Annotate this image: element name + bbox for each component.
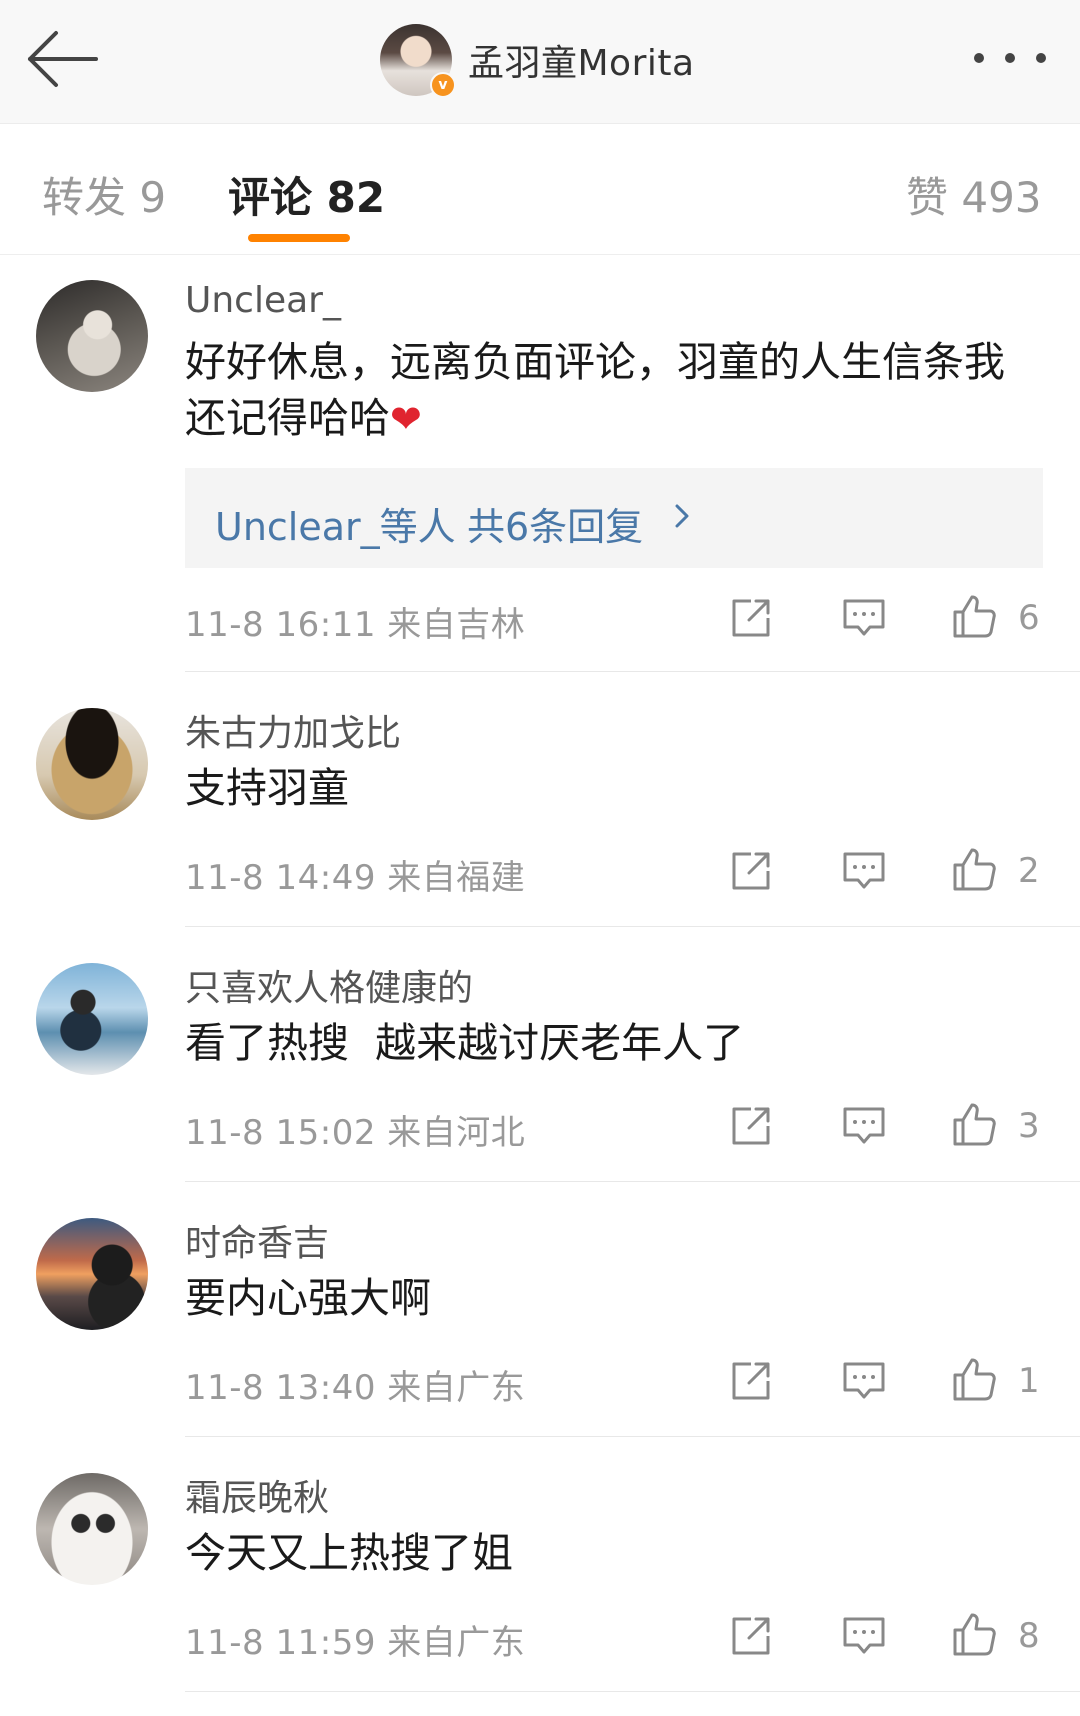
share-button[interactable] — [727, 1102, 775, 1150]
like-button[interactable] — [950, 845, 998, 893]
comment-text: 支持羽童 — [185, 764, 349, 812]
share-icon — [732, 1107, 770, 1145]
top-bar: v 孟羽童Morita — [0, 0, 1080, 124]
more-dots-icon — [974, 53, 984, 63]
comment-icon — [843, 599, 885, 636]
profile-title[interactable]: v 孟羽童Morita — [380, 22, 695, 98]
share-icon — [732, 1362, 770, 1400]
heart-emoji: ❤ — [390, 397, 422, 441]
reply-users: Unclear_等人 — [215, 505, 456, 549]
like-button[interactable] — [950, 1610, 998, 1658]
more-dots-icon — [1005, 53, 1015, 63]
comment-icon — [843, 1617, 885, 1654]
thumbs-up-icon — [953, 1613, 996, 1656]
tab-like[interactable]: 赞 493 — [906, 164, 1042, 225]
share-icon — [732, 1617, 770, 1655]
tab-comment[interactable]: 评论 82 — [228, 164, 385, 225]
comment-time: 11-8 14:49 — [185, 858, 376, 898]
reply-button[interactable] — [840, 847, 888, 895]
divider — [185, 1691, 1080, 1692]
divider — [185, 1181, 1080, 1182]
reply-button[interactable] — [840, 1357, 888, 1405]
share-button[interactable] — [727, 1612, 775, 1660]
active-tab-indicator — [248, 234, 350, 242]
reply-button[interactable] — [840, 594, 888, 642]
share-button[interactable] — [727, 847, 775, 895]
comment-username[interactable]: 霜辰晚秋 — [185, 1469, 329, 1521]
avatar[interactable] — [36, 963, 148, 1075]
like-count: 3 — [1018, 1106, 1040, 1146]
comment-icon — [843, 1362, 885, 1399]
like-button[interactable] — [950, 1355, 998, 1403]
reply-button[interactable] — [840, 1102, 888, 1150]
divider — [185, 926, 1080, 927]
avatar[interactable] — [36, 708, 148, 820]
comment-time: 11-8 16:11 — [185, 605, 376, 645]
like-count: 8 — [1018, 1616, 1040, 1656]
share-button[interactable] — [727, 594, 775, 642]
more-dots-icon — [1036, 53, 1046, 63]
comment-meta: 11-8 14:49 来自福建 — [185, 850, 525, 899]
share-icon — [732, 599, 770, 637]
tab-bar: 转发 9 评论 82 赞 493 — [0, 124, 1080, 255]
like-button[interactable] — [950, 1100, 998, 1148]
comment-meta: 11-8 11:59 来自广东 — [185, 1615, 525, 1664]
like-count: 1 — [1018, 1361, 1040, 1401]
share-button[interactable] — [727, 1357, 775, 1405]
comment-icon — [843, 852, 885, 889]
comment-location: 来自福建 — [387, 858, 526, 898]
comment-location: 来自吉林 — [387, 605, 526, 645]
comment-username[interactable]: 时命香吉 — [185, 1214, 329, 1266]
chevron-right-icon — [675, 504, 689, 528]
page-title: 孟羽童Morita — [468, 43, 695, 84]
comment-text: 今天又上热搜了姐 — [185, 1529, 513, 1577]
like-button[interactable] — [950, 592, 998, 640]
comment-time: 11-8 15:02 — [185, 1113, 376, 1153]
comment-location: 来自广东 — [387, 1623, 526, 1663]
tab-repost[interactable]: 转发 9 — [42, 164, 166, 225]
comment-text: 看了热搜 越来越讨厌老年人了 — [185, 1019, 745, 1067]
avatar[interactable] — [36, 1473, 148, 1585]
more-button[interactable] — [974, 48, 1054, 68]
avatar[interactable] — [36, 1218, 148, 1330]
comment-location: 来自河北 — [387, 1113, 526, 1153]
reply-summary[interactable]: Unclear_等人 共6条回复 — [185, 468, 1043, 568]
divider — [185, 671, 1080, 672]
avatar[interactable]: v — [380, 24, 456, 98]
comment-icon — [843, 1107, 885, 1144]
back-button[interactable] — [24, 25, 106, 93]
comment-location: 来自广东 — [387, 1368, 526, 1408]
thumbs-up-icon — [953, 1358, 996, 1401]
share-icon — [732, 852, 770, 890]
avatar[interactable] — [36, 280, 148, 392]
comment-username[interactable]: 只喜欢人格健康的 — [185, 959, 473, 1011]
thumbs-up-icon — [953, 1103, 996, 1146]
comment-meta: 11-8 16:11 来自吉林 — [185, 597, 525, 646]
thumbs-up-icon — [953, 595, 996, 638]
thumbs-up-icon — [953, 848, 996, 891]
like-count: 2 — [1018, 851, 1040, 891]
comment-username[interactable]: 朱古力加戈比 — [185, 704, 401, 756]
comment-text: 要内心强大啊 — [185, 1274, 431, 1322]
comment-time: 11-8 11:59 — [185, 1623, 376, 1663]
divider — [185, 1436, 1080, 1437]
arrow-left-icon — [28, 31, 98, 87]
comment-username[interactable]: Unclear_ — [185, 280, 341, 321]
verified-badge: v — [430, 72, 456, 98]
comment-meta: 11-8 15:02 来自河北 — [185, 1105, 525, 1154]
reply-count: 共6条回复 — [467, 505, 644, 549]
comment-meta: 11-8 13:40 来自广东 — [185, 1360, 525, 1409]
reply-button[interactable] — [840, 1612, 888, 1660]
comment-time: 11-8 13:40 — [185, 1368, 376, 1408]
comment-text: 好好休息，远离负面评论，羽童的人生信条我还记得哈哈❤ — [185, 334, 1045, 447]
comment-text-body: 好好休息，远离负面评论，羽童的人生信条我还记得哈哈 — [185, 338, 1005, 442]
like-count: 6 — [1018, 598, 1040, 638]
